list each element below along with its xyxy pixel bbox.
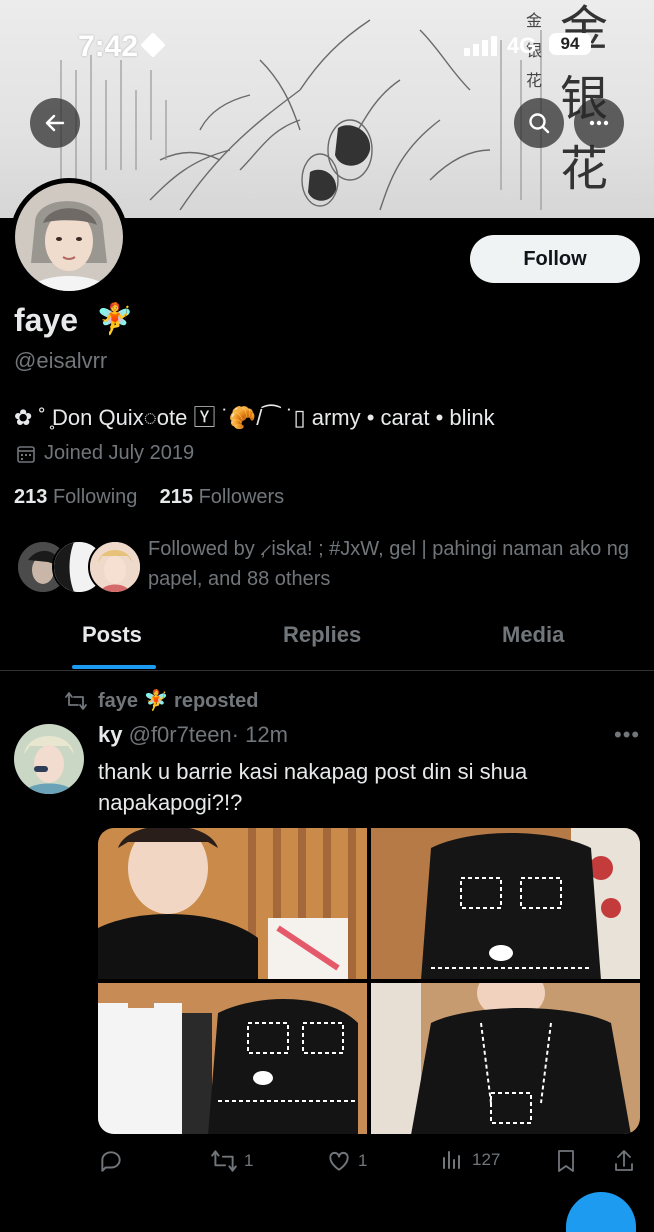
followed-by-text[interactable]: Followed by ,̷ iska! ; #JxW, gel | pahin… (148, 534, 648, 594)
repost-count: 1 (244, 1151, 254, 1170)
reply-icon (101, 1151, 121, 1172)
views-count: 127 (472, 1150, 501, 1169)
followed-by-avatars[interactable] (16, 540, 142, 594)
mini-avatar (88, 540, 142, 594)
search-icon (529, 113, 550, 134)
network-type: 4G (507, 33, 537, 58)
fairy-emoji: 🧚 (96, 303, 134, 336)
post-text: thank u barrie kasi nakapag post din si … (98, 759, 528, 815)
views-button[interactable]: 127 (440, 1148, 500, 1172)
post-image[interactable] (98, 828, 367, 979)
active-tab-indicator (72, 665, 156, 669)
battery-indicator: 94 (549, 33, 591, 55)
followers-link[interactable]: 215 Followers (160, 486, 285, 508)
location-icon (140, 32, 166, 58)
post-more-icon[interactable]: ••• (614, 722, 640, 748)
like-icon (329, 1151, 349, 1171)
more-icon (589, 120, 609, 126)
tab-media[interactable]: Media (502, 622, 564, 648)
post-image[interactable] (371, 828, 640, 979)
bookmark-icon (558, 1150, 574, 1172)
status-time: 7:42 (78, 30, 139, 63)
repost-button[interactable]: 1 (210, 1148, 253, 1174)
repost-icon (211, 1150, 237, 1172)
profile-handle: @eisalvrr (14, 348, 108, 373)
post-media-grid[interactable] (98, 828, 640, 1134)
repost-icon (65, 692, 87, 710)
following-link[interactable]: 213 Following (14, 486, 137, 508)
compose-fab-edge[interactable] (566, 1192, 636, 1232)
post-actions: 1 1 127 (98, 1148, 640, 1178)
share-button[interactable] (612, 1148, 636, 1174)
repost-label[interactable]: faye 🧚 reposted (98, 688, 259, 713)
joined-date: Joined July 2019 (44, 442, 195, 464)
like-button[interactable]: 1 (326, 1148, 367, 1174)
post-author-avatar[interactable] (14, 724, 84, 794)
post-author-handle[interactable]: @f0r7teen (129, 722, 232, 747)
profile-tabs: Posts Replies Media (0, 612, 654, 671)
more-button[interactable] (574, 98, 624, 148)
like-count: 1 (358, 1151, 368, 1170)
follow-stats: 213 Following 215 Followers (14, 486, 284, 509)
post-author-name[interactable]: ky (98, 722, 122, 747)
reply-button[interactable] (98, 1148, 124, 1174)
profile-bio: ✿ ˚ ̥Don Quix◌ote 🅈 ˙🥐/⁀ ˙▯ army • carat… (14, 405, 495, 430)
post-timestamp[interactable]: · 12m (232, 722, 288, 747)
share-icon (615, 1150, 633, 1171)
back-button[interactable] (30, 98, 80, 148)
calendar-icon (17, 446, 35, 463)
profile-name: faye (14, 302, 79, 338)
post-header: ky @f0r7teen· 12m (98, 722, 288, 748)
post-image[interactable] (98, 983, 367, 1134)
tab-posts[interactable]: Posts (82, 622, 142, 648)
search-button[interactable] (514, 98, 564, 148)
signal-icon (464, 36, 500, 56)
tab-replies[interactable]: Replies (283, 622, 361, 648)
back-icon (45, 114, 65, 132)
profile-avatar[interactable] (10, 178, 128, 296)
post-image[interactable] (371, 983, 640, 1134)
status-bar: 7:42 4G 94 (0, 0, 654, 90)
follow-button[interactable]: Follow (470, 235, 640, 283)
views-icon (443, 1151, 460, 1169)
bookmark-button[interactable] (554, 1148, 578, 1174)
